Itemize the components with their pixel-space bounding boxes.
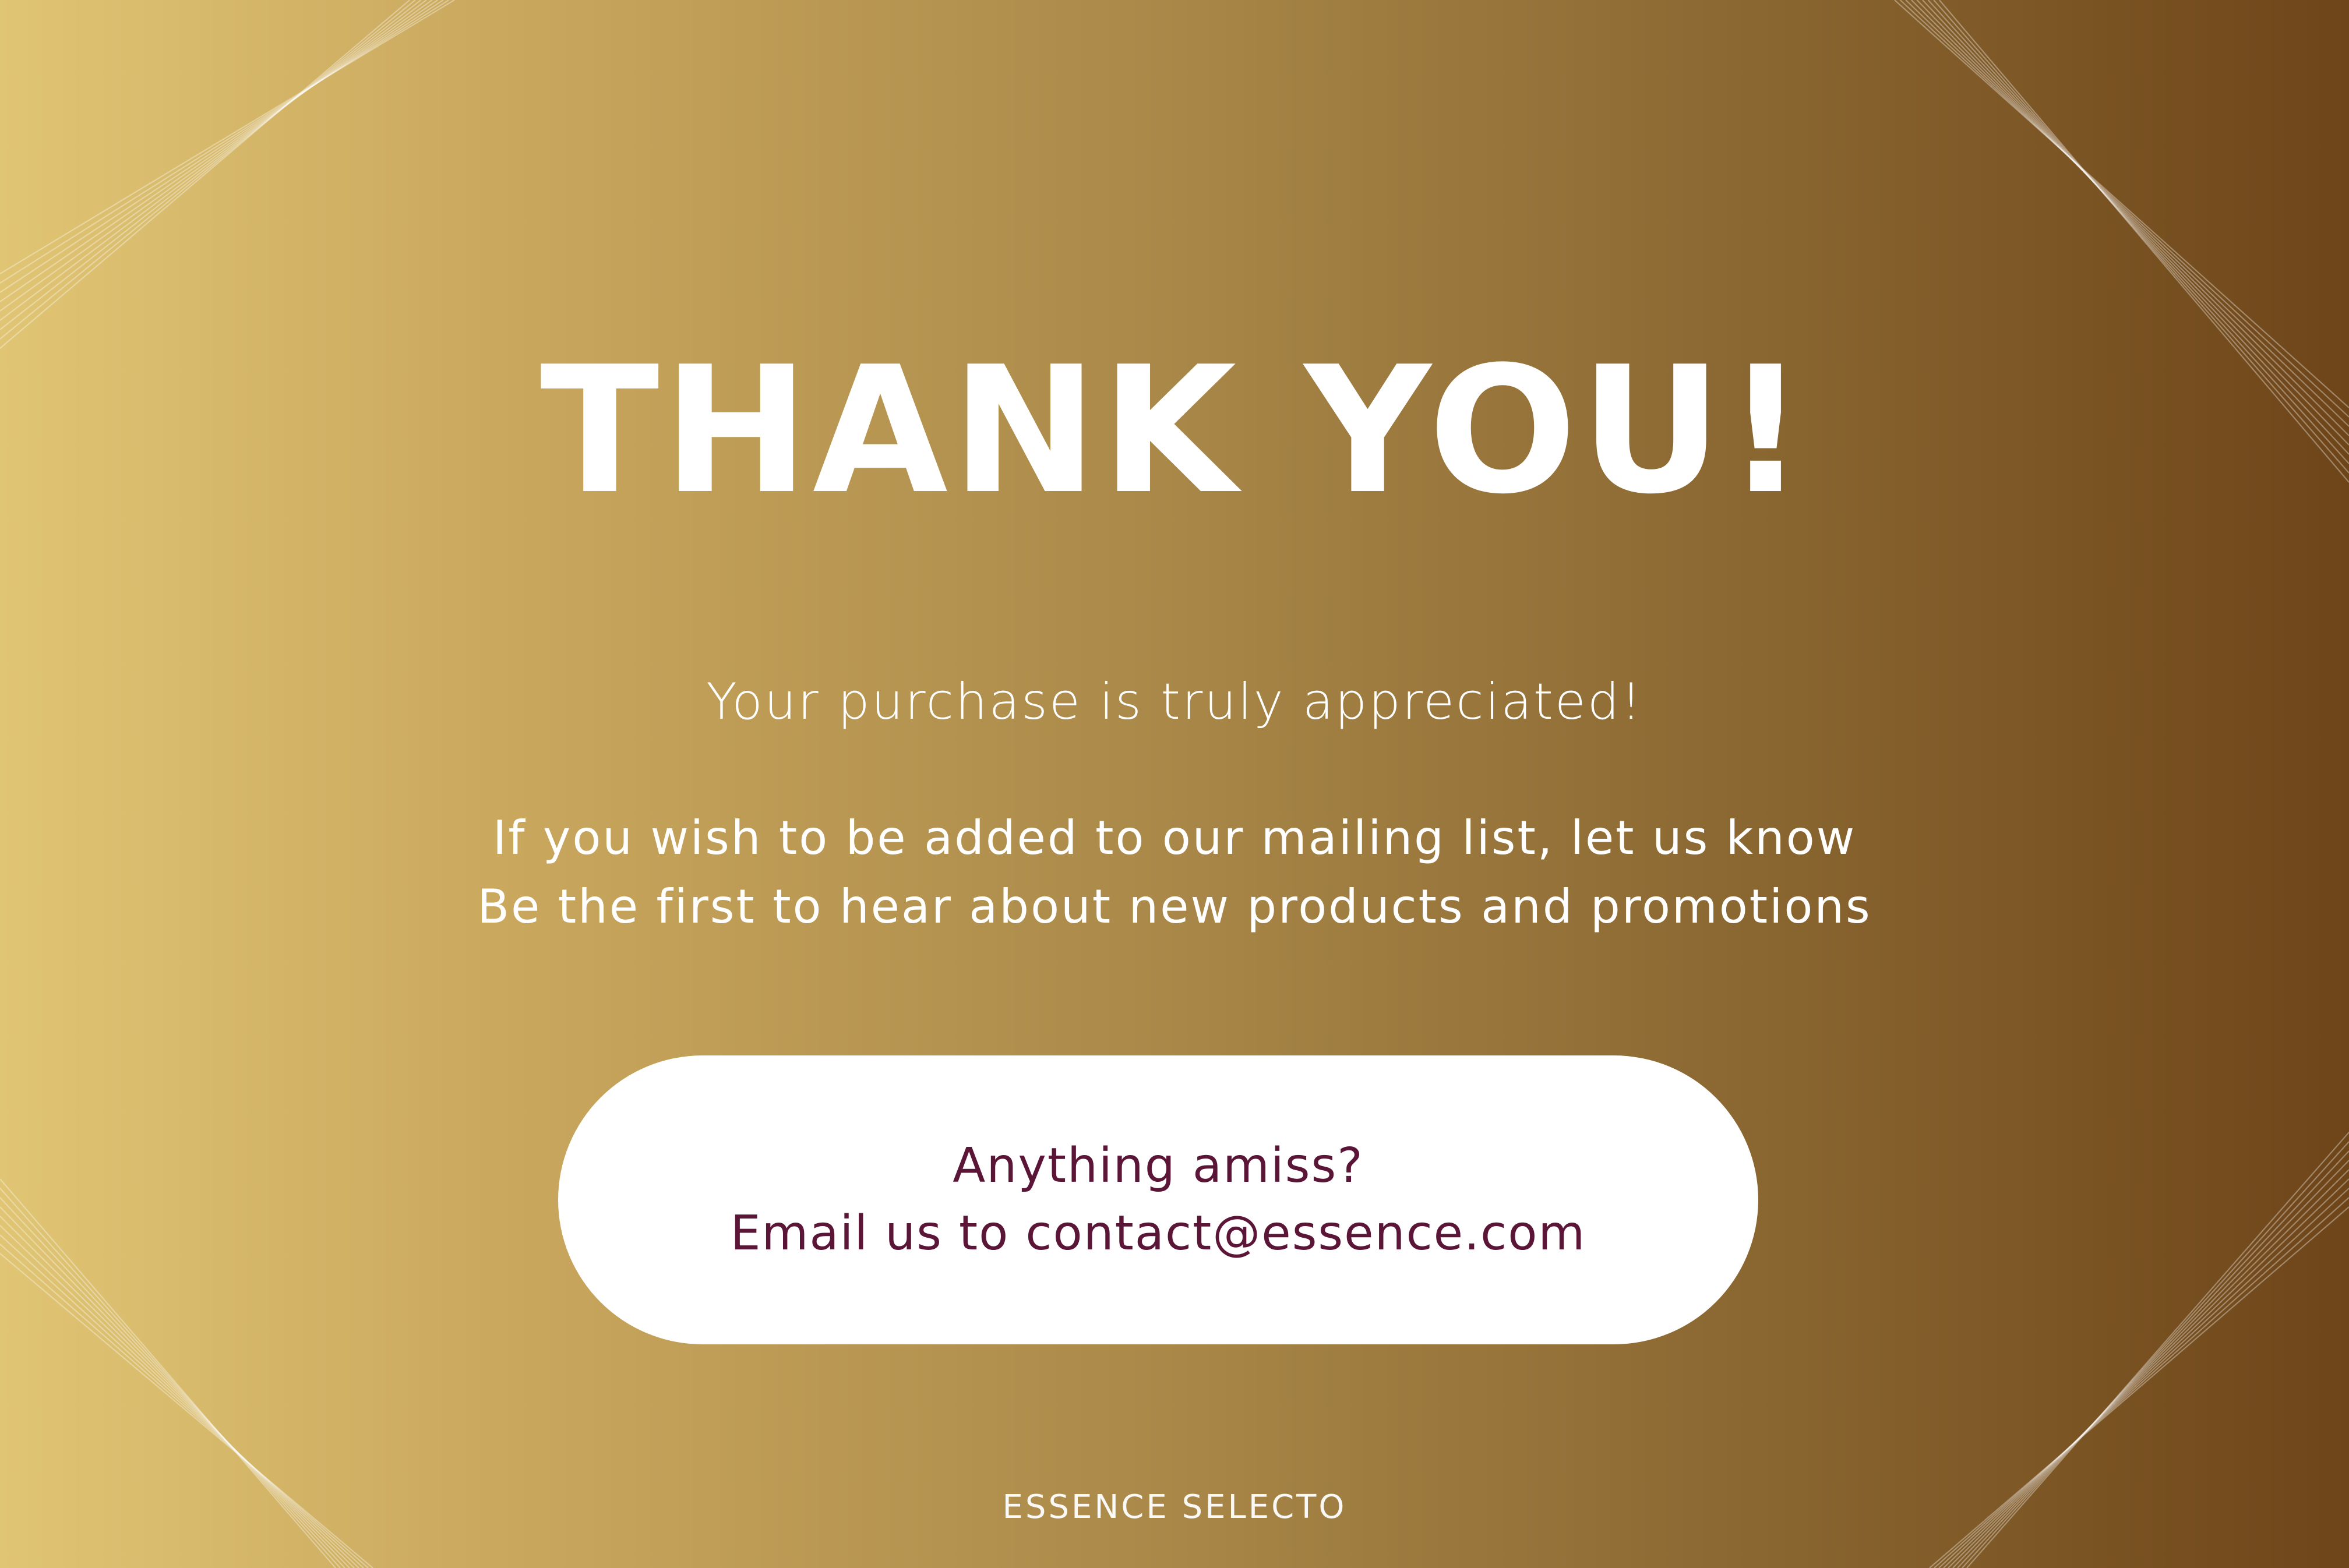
contact-pill: Anything amiss? Email us to contact@esse… — [558, 1055, 1758, 1344]
decorative-line — [0, 0, 433, 312]
decorative-line — [0, 0, 427, 321]
decorative-line — [0, 0, 438, 302]
decorative-line — [0, 0, 416, 340]
decorative-line — [0, 0, 449, 284]
decorative-line — [0, 0, 410, 349]
appreciation-message: Your purchase is truly appreciated! — [706, 673, 1643, 731]
thank-you-card: THANK YOU! Your purchase is truly apprec… — [0, 0, 2349, 1568]
decorative-line — [0, 0, 422, 330]
contact-email-line[interactable]: Email us to contact@essence.com — [731, 1200, 1586, 1267]
brand-name: ESSENCE SELECTO — [1002, 1488, 1347, 1526]
decorative-line — [0, 0, 444, 293]
page-title: THANK YOU! — [540, 329, 1809, 532]
decorative-line — [0, 0, 455, 274]
mailing-line-2: Be the first to hear about new products … — [477, 880, 1872, 934]
mailing-list-message: If you wish to be added to our mailing l… — [0, 804, 2349, 941]
contact-question: Anything amiss? — [953, 1138, 1364, 1193]
mailing-line-1: If you wish to be added to our mailing l… — [492, 811, 1857, 865]
